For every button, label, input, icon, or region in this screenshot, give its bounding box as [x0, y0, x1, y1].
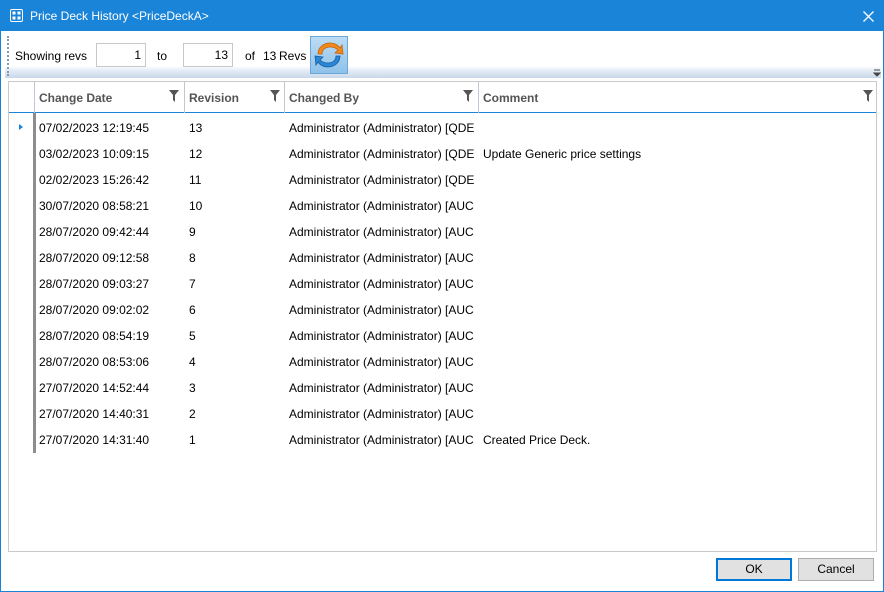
cell-revision: 4 — [189, 355, 196, 369]
refresh-icon — [314, 42, 344, 68]
cell-revision: 2 — [189, 407, 196, 421]
column-header-label: Changed By — [289, 91, 360, 105]
showing-revs-label: Showing revs — [15, 49, 88, 63]
cell-change-date: 02/02/2023 15:26:42 — [39, 173, 150, 187]
cell-revision: 9 — [189, 225, 196, 239]
cell-changed-by: Administrator (Administrator) [AUC — [289, 433, 474, 447]
window-title: Price Deck History <PriceDeckA> — [30, 9, 209, 23]
of-label: of — [245, 49, 256, 63]
cell-change-date: 07/02/2023 12:19:45 — [39, 121, 150, 135]
cell-revision: 12 — [189, 147, 203, 161]
to-rev-input[interactable]: 13 — [183, 43, 233, 67]
grid-header: Change Date Revision Changed By Comment — [9, 82, 876, 113]
cell-changed-by: Administrator (Administrator) [QDE — [289, 121, 475, 135]
cell-revision: 7 — [189, 277, 196, 291]
cell-change-date: 28/07/2020 09:03:27 — [39, 277, 150, 291]
column-header-label: Revision — [189, 91, 240, 105]
toolbar-grip[interactable] — [7, 36, 9, 76]
table-row[interactable]: 07/02/2023 12:19:45 13 Administrator (Admi… — [9, 114, 876, 140]
filter-icon[interactable] — [270, 90, 280, 102]
cell-changed-by: Administrator (Administrator) [AUC — [289, 329, 474, 343]
table-row[interactable]: 27/07/2020 14:31:40 1 Administrator (Admin… — [9, 426, 876, 452]
ok-button[interactable]: OK — [716, 558, 792, 581]
current-row-indicator-icon — [19, 124, 23, 130]
column-header-change-date[interactable]: Change Date — [34, 82, 184, 113]
table-row[interactable]: 28/07/2020 09:03:27 7 Administrator (Admin… — [9, 270, 876, 296]
cell-changed-by: Administrator (Administrator) [AUC — [289, 277, 474, 291]
cell-comment: Update Generic price settings — [483, 147, 642, 161]
table-row[interactable]: 28/07/2020 08:53:06 4 Administrator (Admin… — [9, 348, 876, 374]
app-icon — [10, 9, 23, 22]
revision-toolbar: Showing revs 1 to 13 of 13 Revs — [5, 32, 881, 79]
price-deck-history-dialog: Price Deck History <PriceDeckA> Showing … — [0, 0, 884, 592]
toolbar-overflow-icon[interactable] — [873, 68, 881, 78]
cell-change-date: 28/07/2020 09:02:02 — [39, 303, 150, 317]
to-label: to — [157, 49, 168, 63]
cell-revision: 8 — [189, 251, 196, 265]
table-row[interactable]: 30/07/2020 08:58:21 10 Administrator (Admi… — [9, 192, 876, 218]
close-button[interactable] — [853, 1, 883, 31]
cell-revision: 10 — [189, 199, 203, 213]
table-row[interactable]: 27/07/2020 14:52:44 3 Administrator (Admin… — [9, 374, 876, 400]
cell-changed-by: Administrator (Administrator) [AUC — [289, 303, 474, 317]
cell-revision: 13 — [189, 121, 203, 135]
filter-icon[interactable] — [169, 90, 179, 102]
cell-change-date: 28/07/2020 09:42:44 — [39, 225, 150, 239]
column-header-label: Change Date — [39, 91, 113, 105]
total-revs-count: 13 — [263, 49, 277, 63]
cell-change-date: 03/02/2023 10:09:15 — [39, 147, 150, 161]
refresh-button[interactable] — [310, 36, 348, 74]
cell-revision: 11 — [189, 173, 202, 187]
cell-changed-by: Administrator (Administrator) [AUC — [289, 225, 474, 239]
cell-revision: 6 — [189, 303, 196, 317]
table-row[interactable]: 28/07/2020 09:12:58 8 Administrator (Admin… — [9, 244, 876, 270]
filter-icon[interactable] — [863, 90, 873, 102]
from-rev-input[interactable]: 1 — [96, 43, 146, 67]
column-header-comment[interactable]: Comment — [478, 82, 876, 113]
cell-change-date: 28/07/2020 08:54:19 — [39, 329, 150, 343]
cell-changed-by: Administrator (Administrator) [AUC — [289, 407, 474, 421]
title-bar[interactable]: Price Deck History <PriceDeckA> — [1, 1, 883, 31]
cell-change-date: 28/07/2020 08:53:06 — [39, 355, 150, 369]
table-row[interactable]: 27/07/2020 14:40:31 2 Administrator (Admin… — [9, 400, 876, 426]
column-header-changed-by[interactable]: Changed By — [284, 82, 478, 113]
column-header-revision[interactable]: Revision — [184, 82, 284, 113]
cancel-button[interactable]: Cancel — [798, 558, 874, 581]
cell-changed-by: Administrator (Administrator) [AUC — [289, 381, 474, 395]
cell-change-date: 27/07/2020 14:31:40 — [39, 433, 150, 447]
cell-revision: 5 — [189, 329, 196, 343]
cell-revision: 3 — [189, 381, 196, 395]
cell-changed-by: Administrator (Administrator) [AUC — [289, 199, 474, 213]
cell-revision: 1 — [189, 433, 196, 447]
table-row[interactable]: 28/07/2020 08:54:19 5 Administrator (Admin… — [9, 322, 876, 348]
toolbar-band — [5, 66, 881, 78]
cell-changed-by: Administrator (Administrator) [AUC — [289, 251, 474, 265]
table-row[interactable]: 28/07/2020 09:02:02 6 Administrator (Admin… — [9, 296, 876, 322]
cell-changed-by: Administrator (Administrator) [QDE — [289, 173, 475, 187]
table-row[interactable]: 28/07/2020 09:42:44 9 Administrator (Admin… — [9, 218, 876, 244]
cell-changed-by: Administrator (Administrator) [AUC — [289, 355, 474, 369]
cell-change-date: 30/07/2020 08:58:21 — [39, 199, 150, 213]
column-header-label: Comment — [483, 91, 539, 105]
cell-comment: Created Price Deck. — [483, 433, 591, 447]
close-icon — [862, 10, 874, 22]
cell-changed-by: Administrator (Administrator) [QDE — [289, 147, 475, 161]
filter-icon[interactable] — [463, 90, 473, 102]
revs-label: Revs — [279, 49, 307, 63]
cell-change-date: 28/07/2020 09:12:58 — [39, 251, 150, 265]
table-row[interactable]: 02/02/2023 15:26:42 11 Administrator (Admi… — [9, 166, 876, 192]
cell-change-date: 27/07/2020 14:52:44 — [39, 381, 150, 395]
table-row[interactable]: 03/02/2023 10:09:15 12 Administrator (Admi… — [9, 140, 876, 166]
revision-grid: Change Date Revision Changed By Comment … — [8, 81, 877, 552]
cell-change-date: 27/07/2020 14:40:31 — [39, 407, 150, 421]
